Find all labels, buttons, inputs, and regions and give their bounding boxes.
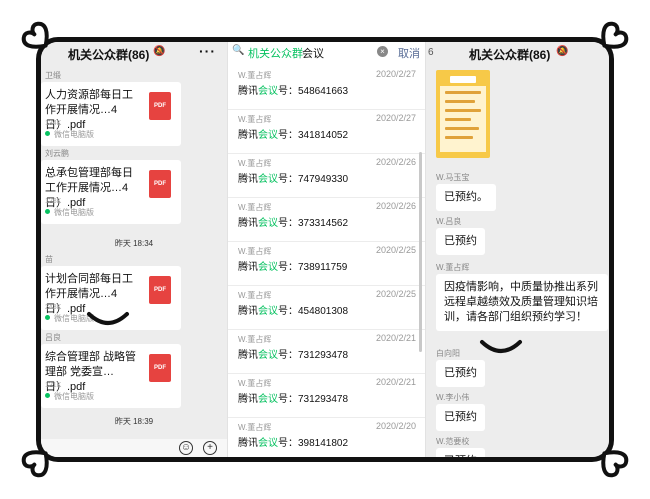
result-sender: W.董占辉 <box>238 159 272 168</box>
chat-title: 机关公众群(86) <box>469 48 551 62</box>
message-sender: W.李小伟 <box>436 393 470 402</box>
search-icon: 🔍 <box>232 45 245 56</box>
pdf-icon: PDF <box>149 170 171 198</box>
file-source: 微信电脑版 <box>45 391 94 402</box>
search-result-row[interactable]: W.董占辉 2020/2/27 腾讯会议号：548641663 <box>228 66 425 110</box>
search-bar[interactable]: 🔍 机关公众群 会议 × 取消 <box>228 42 425 64</box>
result-date: 2020/2/21 <box>375 377 416 387</box>
result-sender: W.董占辉 <box>238 71 272 80</box>
message-bubble[interactable]: 因疫情影响，中质量协推出系列远程卓越绩效及质量管理知识培训，请各部门组织预约学习… <box>436 274 608 331</box>
result-sender: W.董占辉 <box>238 379 272 388</box>
result-text: 腾讯会议号：738911759 <box>238 262 348 273</box>
doodle-smile-decoration <box>480 340 522 353</box>
chat-header: 6 机关公众群(86) 🔕 <box>426 42 609 64</box>
chat-search-panel: 🔍 机关公众群 会议 × 取消 W.董占辉 2020/2/27 腾讯会议号：54… <box>227 42 425 457</box>
pdf-icon: PDF <box>149 276 171 304</box>
file-size: 243K <box>45 304 62 311</box>
result-date: 2020/2/27 <box>375 69 416 79</box>
search-result-row[interactable]: W.董占辉 2020/2/25 腾讯会议号：738911759 <box>228 242 425 286</box>
file-card[interactable]: 总承包管理部每日工作开展情况…4日）.pdf 128K PDF 微信电脑版 <box>41 160 181 224</box>
doodle-frame: 机关公众群(86) 🔕 ··· 卫缎 人力资源部每日工作开展情况…4日）.pdf… <box>36 37 614 462</box>
result-sender: W.董占辉 <box>238 423 272 432</box>
unread-count: 6 <box>428 47 434 58</box>
message-bubble[interactable]: 已预约 <box>436 404 485 431</box>
chat-header: 机关公众群(86) 🔕 ··· <box>41 42 227 64</box>
message-sender: 卫缎 <box>45 71 61 80</box>
message-sender: 刘云鹏 <box>45 149 69 158</box>
result-text: 腾讯会议号：747949330 <box>238 174 349 185</box>
message-sender: 白向阳 <box>436 349 460 358</box>
emoji-icon[interactable]: ☺ <box>179 441 193 455</box>
result-text: 腾讯会议号：731293478 <box>238 350 349 361</box>
result-date: 2020/2/26 <box>375 201 416 211</box>
search-result-row[interactable]: W.董占辉 2020/2/26 腾讯会议号：373314562 <box>228 198 425 242</box>
result-date: 2020/2/25 <box>375 289 416 299</box>
result-text: 腾讯会议号：398141802 <box>238 438 349 449</box>
result-sender: W.董占辉 <box>238 203 272 212</box>
file-source: 微信电脑版 <box>45 207 94 218</box>
file-card[interactable]: 综合管理部 战略管理部 党委宣…日）.pdf 121K PDF 微信电脑版 <box>41 344 181 408</box>
result-sender: W.董占辉 <box>238 115 272 124</box>
search-result-row[interactable]: W.董占辉 2020/2/21 腾讯会议号：731293478 <box>228 330 425 374</box>
pdf-icon: PDF <box>149 92 171 120</box>
result-date: 2020/2/27 <box>375 113 416 123</box>
screenshot-collage: 机关公众群(86) 🔕 ··· 卫缎 人力资源部每日工作开展情况…4日）.pdf… <box>0 0 650 499</box>
pdf-icon: PDF <box>149 354 171 382</box>
message-sender: W.吕良 <box>436 217 462 226</box>
result-date: 2020/2/20 <box>375 421 416 431</box>
chat-panel-files: 机关公众群(86) 🔕 ··· 卫缎 人力资源部每日工作开展情况…4日）.pdf… <box>41 42 227 457</box>
message-bubble[interactable]: 已预约 <box>436 228 485 255</box>
result-date: 2020/2/26 <box>375 157 416 167</box>
chat-panel-text: 6 机关公众群(86) 🔕 W.马玉宝 已预约。 W.吕良 已预约 W.董占辉 … <box>425 42 609 457</box>
search-result-row[interactable]: W.董占辉 2020/2/21 腾讯会议号：731293478 <box>228 374 425 418</box>
mute-bell-icon: 🔕 <box>556 46 569 57</box>
file-size: 134K <box>45 120 62 127</box>
file-size: 121K <box>45 382 62 389</box>
file-source: 微信电脑版 <box>45 129 94 140</box>
timestamp: 昨天 18:39 <box>114 417 154 426</box>
mute-bell-icon: 🔕 <box>153 46 166 57</box>
search-result-row[interactable]: W.董占辉 2020/2/25 腾讯会议号：454801308 <box>228 286 425 330</box>
message-sender: 吕良 <box>45 333 61 342</box>
message-bubble[interactable]: 已预约 <box>436 448 485 457</box>
result-text: 腾讯会议号：548641663 <box>238 86 349 97</box>
more-icon[interactable]: ··· <box>199 43 216 59</box>
message-sender: W.马玉宝 <box>436 173 470 182</box>
message-bubble[interactable]: 已预约。 <box>436 184 496 211</box>
result-sender: W.董占辉 <box>238 291 272 300</box>
result-text: 腾讯会议号：373314562 <box>238 218 349 229</box>
result-date: 2020/2/25 <box>375 245 416 255</box>
search-scope-tag[interactable]: 机关公众群 <box>248 45 303 61</box>
chat-title: 机关公众群(86) <box>68 48 150 62</box>
file-card[interactable]: 人力资源部每日工作开展情况…4日）.pdf 134K PDF 微信电脑版 <box>41 82 181 146</box>
search-result-row[interactable]: W.董占辉 2020/2/27 腾讯会议号：341814052 <box>228 110 425 154</box>
heart-corner-icon <box>18 437 62 481</box>
result-sender: W.董占辉 <box>238 247 272 256</box>
message-sender: 苗 <box>45 255 53 264</box>
file-size: 128K <box>45 198 62 205</box>
timestamp: 昨天 18:34 <box>114 239 154 248</box>
result-date: 2020/2/21 <box>375 333 416 343</box>
message-sender: W.董占辉 <box>436 263 470 272</box>
result-sender: W.董占辉 <box>238 335 272 344</box>
search-result-row[interactable]: W.董占辉 2020/2/20 腾讯会议号：398141802 <box>228 418 425 457</box>
result-text: 腾讯会议号：731293478 <box>238 394 349 405</box>
chat-input-bar: ☺ + <box>41 439 227 457</box>
heart-corner-icon <box>18 18 62 62</box>
heart-corner-icon <box>588 18 632 62</box>
search-input[interactable]: 会议 <box>302 45 324 61</box>
cancel-button[interactable]: 取消 <box>398 45 420 61</box>
poster-image[interactable] <box>436 70 490 158</box>
scrollbar[interactable] <box>419 152 422 352</box>
search-result-row[interactable]: W.董占辉 2020/2/26 腾讯会议号：747949330 <box>228 154 425 198</box>
message-sender: W.范要校 <box>436 437 470 446</box>
heart-corner-icon <box>588 437 632 481</box>
result-text: 腾讯会议号：341814052 <box>238 130 349 141</box>
plus-icon[interactable]: + <box>203 441 217 455</box>
clear-icon[interactable]: × <box>377 46 388 57</box>
result-text: 腾讯会议号：454801308 <box>238 306 349 317</box>
message-bubble[interactable]: 已预约 <box>436 360 485 387</box>
doodle-smile-decoration <box>87 312 129 325</box>
